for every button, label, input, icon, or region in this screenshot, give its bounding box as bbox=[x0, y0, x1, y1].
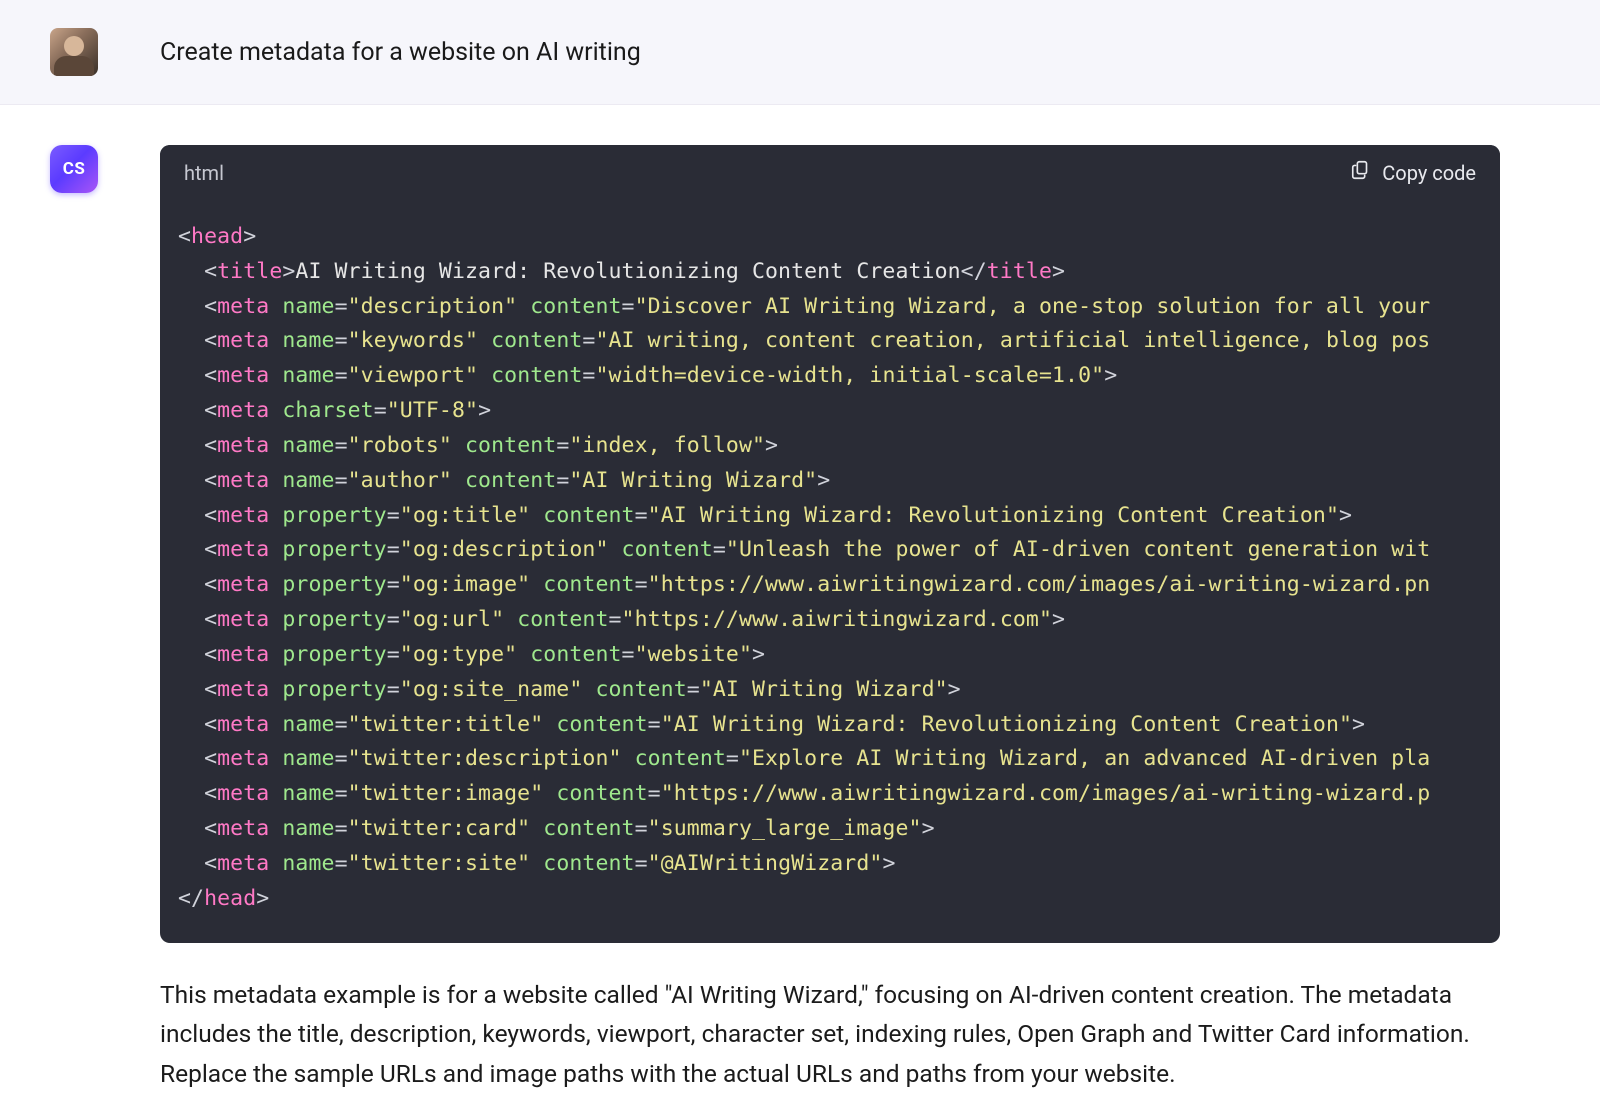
code-block: html Copy code <head> <title>AI Writing … bbox=[160, 145, 1500, 943]
code-tw-title: AI Writing Wizard: Revolutionizing Conte… bbox=[674, 712, 1339, 737]
code-meta-robots: index, follow bbox=[582, 433, 752, 458]
code-og-url: https://www.aiwritingwizard.com bbox=[635, 607, 1039, 632]
code-meta-keywords: AI writing, content creation, artificial… bbox=[609, 328, 1431, 353]
code-og-description: Unleash the power of AI-driven content g… bbox=[739, 537, 1430, 562]
code-tw-card: summary_large_image bbox=[661, 816, 909, 841]
code-og-type: website bbox=[648, 642, 739, 667]
code-meta-viewport: width=device-width, initial-scale=1.0 bbox=[609, 363, 1092, 388]
user-prompt-text: Create metadata for a website on AI writ… bbox=[160, 38, 641, 67]
assistant-content: html Copy code <head> <title>AI Writing … bbox=[160, 145, 1550, 1094]
copy-code-label: Copy code bbox=[1382, 161, 1476, 185]
user-message-row: Create metadata for a website on AI writ… bbox=[0, 0, 1600, 105]
copy-code-button[interactable]: Copy code bbox=[1350, 159, 1476, 186]
assistant-message-row: CS html Copy code <head> <title>AI Writi… bbox=[0, 105, 1600, 1094]
code-title-text: AI Writing Wizard: Revolutionizing Conte… bbox=[295, 259, 960, 284]
code-tw-site: @AIWritingWizard bbox=[661, 851, 870, 876]
code-og-sitename: AI Writing Wizard bbox=[713, 677, 935, 702]
assistant-explanation-text: This metadata example is for a website c… bbox=[160, 975, 1500, 1094]
assistant-avatar: CS bbox=[50, 145, 98, 193]
user-avatar bbox=[50, 28, 98, 76]
code-meta-author: AI Writing Wizard bbox=[582, 468, 804, 493]
code-language-label: html bbox=[184, 161, 224, 185]
code-meta-description: Discover AI Writing Wizard, a one-stop s… bbox=[648, 294, 1431, 319]
code-meta-charset: UTF-8 bbox=[400, 398, 465, 423]
code-body: <head> <title>AI Writing Wizard: Revolut… bbox=[160, 200, 1500, 943]
code-og-image: https://www.aiwritingwizard.com/images/a… bbox=[661, 572, 1431, 597]
code-header: html Copy code bbox=[160, 145, 1500, 200]
clipboard-icon bbox=[1350, 159, 1372, 186]
code-tw-image: https://www.aiwritingwizard.com/images/a… bbox=[674, 781, 1431, 806]
code-og-title: AI Writing Wizard: Revolutionizing Conte… bbox=[661, 503, 1326, 528]
code-tw-description: Explore AI Writing Wizard, an advanced A… bbox=[752, 746, 1430, 771]
